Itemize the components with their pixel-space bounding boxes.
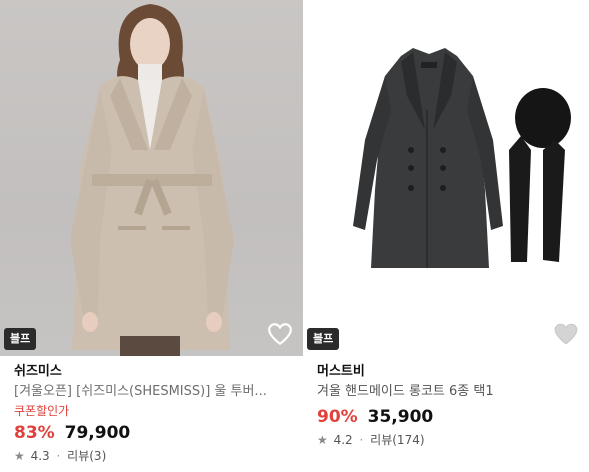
price: 79,900 xyxy=(64,423,131,443)
product-title[interactable]: [겨울오픈] [쉬즈미스(SHESMISS)] 울 투버... xyxy=(14,382,297,402)
rating-value: 4.2 xyxy=(333,433,353,447)
price: 35,900 xyxy=(367,407,434,427)
separator: · xyxy=(359,433,364,447)
review-count[interactable]: 리뷰(174) xyxy=(370,433,424,447)
separator: · xyxy=(56,449,61,463)
price-line: 90% 35,900 xyxy=(317,404,583,430)
model-coat-photo xyxy=(70,4,234,356)
star-icon: ★ xyxy=(14,449,25,463)
black-coat-photo xyxy=(353,48,571,268)
rating-value: 4.3 xyxy=(30,449,50,463)
product-title[interactable]: 겨울 핸드메이드 롱코트 6종 택1 xyxy=(317,382,583,402)
star-icon: ★ xyxy=(317,433,328,447)
product-image[interactable]: 블프 xyxy=(0,0,303,356)
discount-rate: 90% xyxy=(317,407,358,427)
price-line: 83% 79,900 xyxy=(14,420,297,446)
product-card[interactable]: 블프 머스트비 겨울 핸드메이드 롱코트 6종 택1 90% 35,900 ★ … xyxy=(303,0,589,472)
product-info[interactable]: 쉬즈미스 [겨울오픈] [쉬즈미스(SHESMISS)] 울 투버... 쿠폰할… xyxy=(14,362,297,466)
product-grid: 블프 쉬즈미스 [겨울오픈] [쉬즈미스(SHESMISS)] 울 투버... … xyxy=(0,0,589,472)
brand-name[interactable]: 쉬즈미스 xyxy=(14,362,297,382)
review-count[interactable]: 리뷰(3) xyxy=(67,449,106,463)
coupon-label: 쿠폰할인가 xyxy=(14,404,70,418)
discount-rate: 83% xyxy=(14,423,55,443)
rating-line: ★ 4.3 · 리뷰(3) xyxy=(14,446,297,466)
product-card[interactable]: 블프 쉬즈미스 [겨울오픈] [쉬즈미스(SHESMISS)] 울 투버... … xyxy=(0,0,303,472)
rating-line: ★ 4.2 · 리뷰(174) xyxy=(317,430,583,450)
heart-outline-icon[interactable] xyxy=(267,322,293,346)
brand-name[interactable]: 머스트비 xyxy=(317,362,583,382)
promo-badge: 블프 xyxy=(307,328,340,350)
heart-filled-icon[interactable] xyxy=(553,322,579,346)
product-image[interactable]: 블프 xyxy=(303,0,589,356)
promo-badge: 블프 xyxy=(4,328,37,350)
product-info[interactable]: 머스트비 겨울 핸드메이드 롱코트 6종 택1 90% 35,900 ★ 4.2… xyxy=(317,362,583,450)
